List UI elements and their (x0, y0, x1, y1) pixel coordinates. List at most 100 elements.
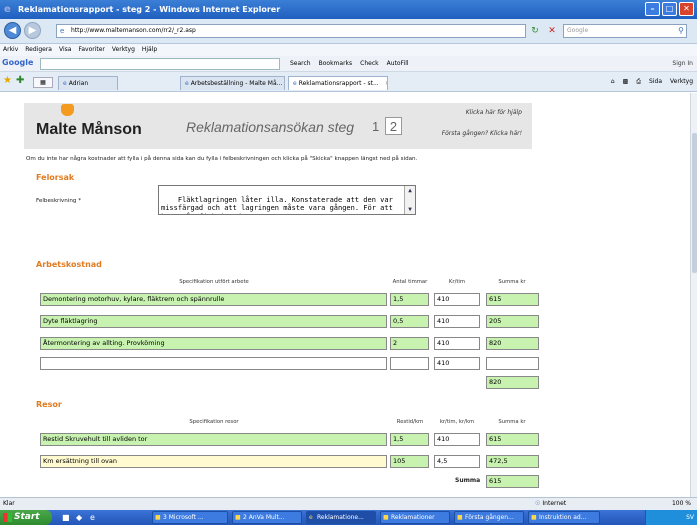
tab-close-icon[interactable]: ✕ (385, 80, 387, 87)
felbeskrivning-text: Fläktlagringen låter illa. Konstaterade … (161, 195, 393, 215)
start-button[interactable]: Start (0, 510, 52, 525)
first-time-link[interactable]: Första gången? Klicka här! (442, 130, 522, 137)
arbete-kr-1[interactable]: 410 (434, 293, 480, 306)
zoom-level[interactable]: 100 % (672, 498, 691, 510)
help-link[interactable]: Klicka här för hjälp (466, 109, 522, 116)
arbete-summa-2: 205 (486, 315, 539, 328)
quicklaunch-icon[interactable]: ◆ (76, 513, 82, 522)
arbete-kr-2[interactable]: 410 (434, 315, 480, 328)
maximize-button[interactable]: □ (662, 2, 677, 16)
scrollbar-thumb[interactable] (692, 133, 697, 273)
task-label: Instruktion ad... (539, 514, 587, 521)
taskbar-item[interactable]: ■ 2 AnVa Mult... (232, 511, 302, 524)
quicklaunch-ie-icon[interactable]: e (90, 513, 95, 522)
step-1-indicator[interactable]: 1 (372, 119, 379, 134)
felbeskrivning-textarea[interactable]: Fläktlagringen låter illa. Konstaterade … (158, 185, 416, 215)
resor-kr-2[interactable]: 4,5 (434, 455, 480, 468)
menu-visa[interactable]: Visa (59, 44, 71, 56)
menu-favoriter[interactable]: Favoriter (78, 44, 104, 56)
tools-menu[interactable]: Verktyg (670, 77, 693, 87)
back-button[interactable]: ◀ (4, 22, 21, 39)
taskbar-item[interactable]: e Reklamatione... (306, 511, 376, 524)
google-bookmarks-button[interactable]: Bookmarks (319, 59, 353, 69)
arbete-summa-3: 820 (486, 337, 539, 350)
google-signin-link[interactable]: Sign In (672, 59, 693, 69)
search-icon[interactable]: ⚲ (678, 25, 684, 37)
arbete-spec-2[interactable]: Dyte fläktlagring (40, 315, 387, 328)
tab-list-button[interactable]: ▦ (33, 77, 53, 88)
app-icon: ■ (235, 514, 241, 521)
system-tray: SV (645, 510, 697, 525)
arbete-timmar-2[interactable]: 0,5 (390, 315, 429, 328)
arbete-timmar-1[interactable]: 1,5 (390, 293, 429, 306)
resor-kr-1[interactable]: 410 (434, 433, 480, 446)
col-spec-resor: Specifikation resor (189, 419, 239, 425)
menu-arkiv[interactable]: Arkiv (3, 44, 18, 56)
favorites-star-icon[interactable]: ★ (3, 76, 12, 86)
google-search-button[interactable]: Search (290, 59, 311, 69)
folder-icon: ■ (155, 514, 161, 521)
folder-icon: ■ (383, 514, 389, 521)
menu-verktyg[interactable]: Verktyg (112, 44, 135, 56)
arbete-kr-3[interactable]: 410 (434, 337, 480, 350)
add-favorite-icon[interactable]: ✚ (16, 76, 24, 86)
arbete-timmar-3[interactable]: 2 (390, 337, 429, 350)
print-icon[interactable]: ⎙ (636, 77, 641, 87)
forward-button[interactable]: ▶ (24, 22, 41, 39)
window-controls: – □ ✕ (645, 2, 694, 16)
menu-bar: Arkiv Redigera Visa Favoriter Verktyg Hj… (0, 44, 697, 56)
col-antal-timmar: Antal timmar (392, 279, 428, 285)
tab-reklamationsrapport[interactable]: eReklamationsrapport - st... ✕ (288, 76, 388, 90)
window-titlebar: e Reklamationsrapport - steg 2 - Windows… (0, 0, 697, 19)
menu-redigera[interactable]: Redigera (25, 44, 52, 56)
arbete-timmar-4[interactable] (390, 357, 429, 370)
resor-tid-1[interactable]: 1,5 (390, 433, 429, 446)
scroll-up-icon[interactable]: ▲ (405, 186, 415, 195)
resor-spec-1[interactable]: Restid Skruvehult till avliden tor (40, 433, 387, 446)
language-indicator[interactable]: SV (686, 514, 694, 521)
page-content: Malte Månson Reklamationsansökan steg 1 … (0, 93, 690, 497)
step-2-indicator: 2 (385, 117, 402, 135)
arbete-spec-1[interactable]: Demontering motorhuv, kylare, fläktrem o… (40, 293, 387, 306)
arbete-kr-4[interactable]: 410 (434, 357, 480, 370)
malte-manson-logo-icon (61, 104, 74, 116)
tab-adrian[interactable]: e Adrian (58, 76, 118, 90)
taskbar-item[interactable]: ■ Reklamationer (380, 511, 450, 524)
google-check-button[interactable]: Check (360, 59, 378, 69)
page-icon: e (60, 27, 65, 35)
minimize-button[interactable]: – (645, 2, 660, 16)
page-scrollbar[interactable] (690, 93, 697, 497)
search-input[interactable]: Google ⚲ (563, 24, 687, 38)
task-label: Första gången... (465, 514, 514, 521)
task-label: Reklamationer (391, 514, 435, 521)
resor-tid-2[interactable]: 105 (390, 455, 429, 468)
arbete-spec-3[interactable]: Återmontering av allting. Provköming (40, 337, 387, 350)
feeds-icon[interactable]: ▩ (623, 77, 629, 87)
resor-spec-2[interactable]: Km ersättning till ovan (40, 455, 387, 468)
quicklaunch-icon[interactable]: ■ (62, 513, 70, 522)
tab-arbetsbestallning[interactable]: e Arbetsbeställning - Malte Må... (180, 76, 285, 90)
google-search-input[interactable] (40, 58, 280, 70)
taskbar-item[interactable]: ■ 3 Microsoft ... (152, 511, 228, 524)
google-logo: Google (2, 58, 34, 67)
textarea-scrollbar[interactable]: ▲ ▼ (404, 186, 415, 214)
section-felorsak-title: Felorsak (36, 173, 75, 182)
col-resor-summa: Summa kr (498, 419, 526, 425)
refresh-icon[interactable]: ↻ (528, 24, 542, 38)
home-icon[interactable]: ⌂ (611, 77, 615, 87)
scroll-down-icon[interactable]: ▼ (405, 205, 415, 214)
stop-icon[interactable]: ✕ (545, 24, 559, 38)
page-icon: e (63, 80, 67, 87)
taskbar-item[interactable]: ■ Första gången... (454, 511, 524, 524)
close-button[interactable]: ✕ (679, 2, 694, 16)
ie-icon: e (4, 4, 11, 15)
document-icon: ■ (531, 514, 537, 521)
menu-hjalp[interactable]: Hjälp (142, 44, 157, 56)
google-autofill-button[interactable]: AutoFill (387, 59, 409, 69)
taskbar-item[interactable]: ■ Instruktion ad... (528, 511, 600, 524)
page-icon: e (293, 80, 297, 87)
start-label: Start (14, 512, 40, 522)
arbete-spec-4[interactable] (40, 357, 387, 370)
url-input[interactable]: e http://www.maltemanson.com/rr2/_r2.asp (56, 24, 526, 38)
page-menu[interactable]: Sida (649, 77, 662, 87)
